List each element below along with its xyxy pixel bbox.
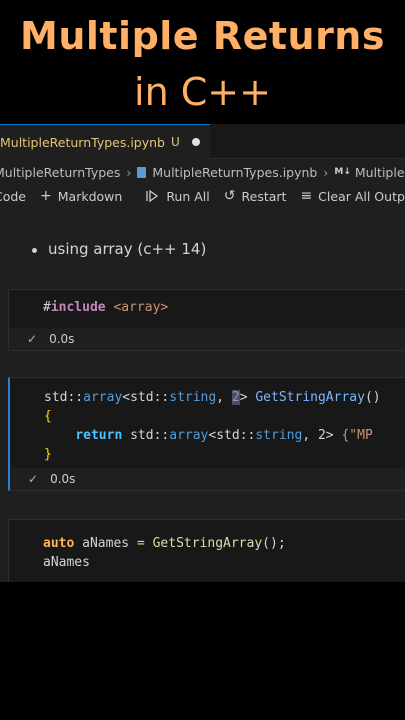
code-line: } <box>44 447 52 462</box>
clear-all-icon: ≡ <box>300 188 313 204</box>
chevron-right-icon: › <box>323 164 329 180</box>
restart-button[interactable]: ↺ Restart <box>224 188 287 204</box>
execution-time: 0.0s <box>50 472 76 486</box>
video-title-line2: in C++ <box>134 70 271 114</box>
breadcrumb: MultipleReturnTypes › MultipleReturnType… <box>0 160 405 184</box>
bullet-icon <box>32 248 37 253</box>
code-line: std::array<std::string, 2> GetStringArra… <box>44 390 381 405</box>
execution-time: 0.0s <box>49 332 75 346</box>
markdown-button-label: Markdown <box>57 188 123 204</box>
code-line: auto aNames = GetStringArray(); <box>43 536 286 551</box>
code-editor-area[interactable]: std::array<std::string, 2> GetStringArra… <box>10 378 405 468</box>
code-line: return std::array<std::string, 2> {"MP <box>75 428 373 443</box>
check-icon: ✓ <box>27 332 38 346</box>
breadcrumb-section[interactable]: M↓ Multiple Ret <box>334 165 405 180</box>
clear-all-outputs-button[interactable]: ≡ Clear All Outp <box>300 188 404 204</box>
markdown-cell[interactable]: using array (c++ 14) <box>0 234 405 274</box>
code-cell-call[interactable]: auto aNames = GetStringArray(); aNames <box>8 519 405 582</box>
plus-icon: + <box>40 188 52 204</box>
video-title-line1: Multiple Returns <box>20 14 385 58</box>
code-cell-include[interactable]: #include <array> ✓ 0.0s <box>8 289 405 351</box>
notebook-icon <box>137 166 147 178</box>
execution-status: ✓ 0.0s <box>27 332 74 346</box>
run-all-icon <box>146 190 159 202</box>
code-line: #include <array> <box>43 300 169 315</box>
tab-label: MultipleReturnTypes.ipynb <box>0 134 165 150</box>
breadcrumb-folder[interactable]: MultipleReturnTypes <box>0 165 120 180</box>
breadcrumb-file-label: MultipleReturnTypes.ipynb <box>152 164 318 180</box>
markdown-icon: M↓ <box>334 167 351 177</box>
notebook-editor: MultipleReturnTypes.ipynb U MultipleRetu… <box>0 124 405 582</box>
run-all-label: Run All <box>166 188 210 204</box>
chevron-right-icon: › <box>126 164 132 180</box>
unsaved-dot-icon[interactable] <box>191 138 200 146</box>
code-line: { <box>44 409 52 424</box>
tab-bar: MultipleReturnTypes.ipynb U <box>0 124 405 159</box>
check-icon: ✓ <box>28 472 39 486</box>
code-cell-function[interactable]: std::array<std::string, 2> GetStringArra… <box>8 377 405 491</box>
text-selection: 2 <box>231 390 240 405</box>
execution-status: ✓ 0.0s <box>28 472 75 486</box>
clear-all-label: Clear All Outp <box>318 188 405 204</box>
breadcrumb-file[interactable]: MultipleReturnTypes.ipynb <box>137 165 317 180</box>
markdown-text: using array (c++ 14) <box>48 240 207 258</box>
code-editor-area[interactable]: auto aNames = GetStringArray(); aNames <box>9 520 405 582</box>
notebook-toolbar: Code + Markdown Run All ↺ Restart ≡ Clea… <box>0 184 405 208</box>
add-markdown-cell-button[interactable]: + Markdown <box>40 188 122 204</box>
code-editor-area[interactable]: #include <array> <box>9 290 405 328</box>
breadcrumb-section-label: Multiple Ret <box>354 164 405 180</box>
code-line: aNames <box>43 555 90 570</box>
tab-notebook[interactable]: MultipleReturnTypes.ipynb U <box>0 124 210 159</box>
tab-untracked-badge: U <box>171 135 180 149</box>
run-all-button[interactable]: Run All <box>146 188 210 204</box>
video-title-band: Multiple Returns in C++ <box>0 0 405 122</box>
restart-icon: ↺ <box>223 188 236 204</box>
add-code-cell-button[interactable]: Code <box>0 189 26 204</box>
restart-label: Restart <box>241 188 287 204</box>
code-button-label: Code <box>0 188 27 204</box>
breadcrumb-folder-label: MultipleReturnTypes <box>0 164 121 180</box>
